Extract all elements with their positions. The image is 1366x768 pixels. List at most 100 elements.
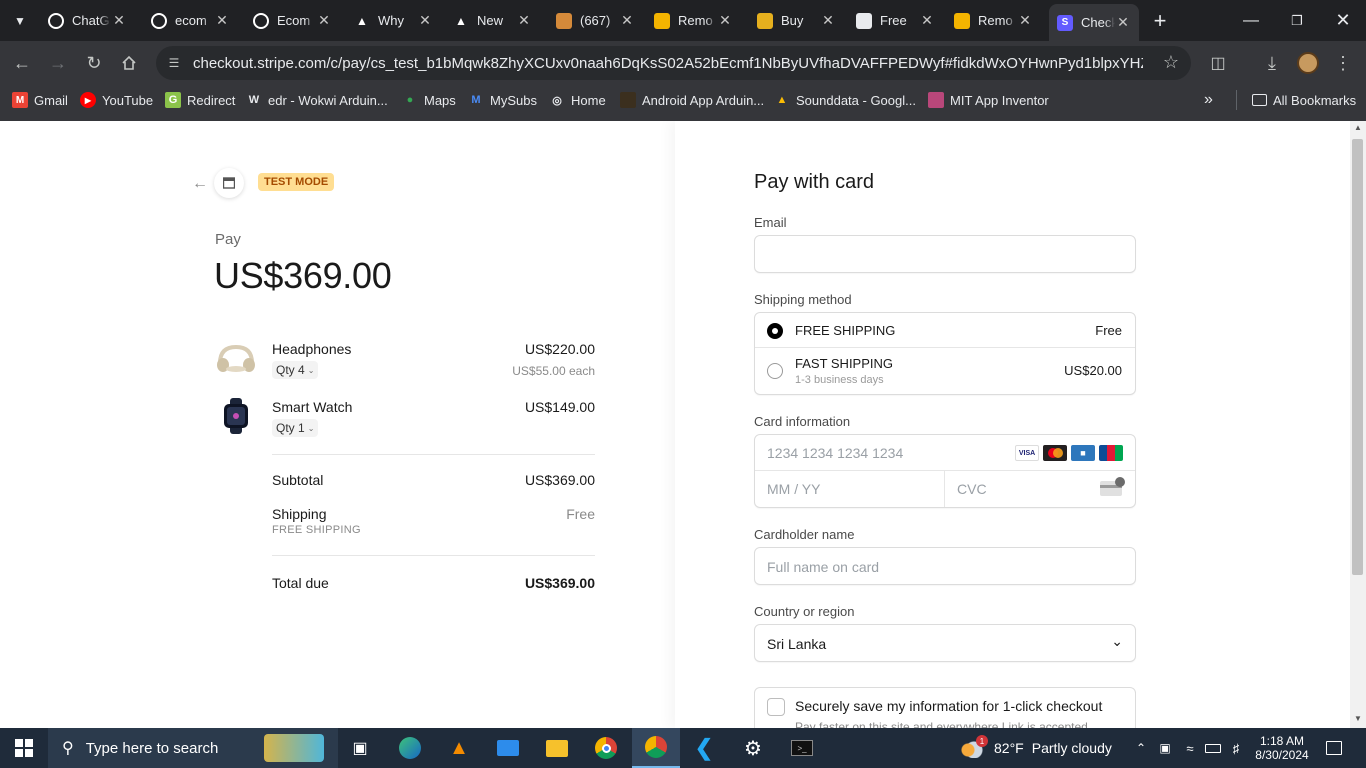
bookmark-item[interactable]: ▲ Sounddata - Googl... [774, 90, 916, 110]
email-field[interactable] [754, 235, 1136, 273]
close-icon[interactable]: ✕ [919, 12, 935, 29]
shipping-option-fast[interactable]: FAST SHIPPING 1-3 business days US$20.00 [755, 348, 1135, 394]
qty-selector[interactable]: Qty 4 ⌄ [272, 361, 319, 379]
vlc-button[interactable]: ▲ [441, 728, 477, 768]
tab[interactable]: Free ✕ [848, 4, 943, 37]
close-icon[interactable]: ✕ [820, 12, 836, 29]
expiry-field[interactable]: MM / YY [755, 471, 945, 507]
restore-button[interactable]: ❐ [1274, 0, 1320, 41]
close-window-button[interactable]: ✕ [1320, 0, 1366, 41]
new-tab-button[interactable]: + [1142, 0, 1178, 41]
bookmark-label: edr - Wokwi Arduin... [268, 92, 388, 108]
file-explorer-button[interactable] [539, 728, 575, 768]
settings-button[interactable]: ⚙ [735, 728, 771, 768]
shipping-option-free[interactable]: FREE SHIPPING Free [755, 313, 1135, 348]
terminal-icon: >_ [791, 740, 813, 756]
start-button[interactable] [0, 728, 48, 768]
tab[interactable]: ecom ✕ [143, 4, 238, 37]
clock[interactable]: 1:18 AM 8/30/2024 [1250, 728, 1314, 768]
close-icon[interactable]: ✕ [316, 12, 332, 29]
task-view-button[interactable]: ▣ [342, 728, 378, 768]
back-arrow-button[interactable]: ← [192, 175, 210, 193]
tab-search-button[interactable]: ▼ [4, 0, 36, 41]
notifications-button[interactable] [1318, 728, 1350, 768]
close-icon[interactable]: ✕ [1017, 12, 1033, 29]
site-info-icon[interactable]: ☰ [165, 54, 183, 72]
radio-unselected-icon[interactable] [767, 363, 783, 379]
tab[interactable]: S Check ✕ [1049, 4, 1139, 41]
item-price: US$149.00 [524, 399, 595, 415]
folder-icon [546, 739, 568, 757]
meet-now-icon[interactable]: ▣ [1156, 728, 1174, 768]
tab[interactable]: Buy ✕ [749, 4, 844, 37]
qty-selector[interactable]: Qty 1 ⌄ [272, 419, 319, 437]
bookmark-star-icon[interactable]: ☆ [1163, 52, 1179, 73]
vscode-button[interactable]: ❮ [686, 728, 722, 768]
save-info-checkbox[interactable] [767, 698, 785, 716]
volume-icon[interactable]: ♯ [1226, 728, 1246, 768]
back-button[interactable]: ← [10, 51, 34, 75]
bookmark-item[interactable]: Wedr - Wokwi Arduin... [246, 90, 388, 110]
tab[interactable]: Remo ✕ [646, 4, 741, 37]
more-bookmarks-button[interactable]: » [1204, 90, 1213, 110]
scroll-thumb[interactable] [1352, 139, 1363, 575]
tab[interactable]: (667) ✕ [548, 4, 643, 37]
wifi-icon[interactable]: ≈ [1180, 728, 1200, 768]
scroll-down-icon[interactable]: ▼ [1354, 714, 1362, 723]
minimize-button[interactable]: — [1228, 0, 1274, 41]
weather-widget[interactable]: 1 82°F Partly cloudy [960, 728, 1120, 768]
extensions-button[interactable]: ◫ [1206, 51, 1230, 75]
tab[interactable]: ▲ Why ✕ [346, 4, 441, 37]
home-button[interactable] [117, 51, 141, 75]
profile-avatar[interactable] [1297, 52, 1319, 74]
terminal-button[interactable]: >_ [784, 728, 820, 768]
edge-button[interactable] [392, 728, 428, 768]
menu-button[interactable]: ⋮ [1331, 51, 1355, 75]
store-icon [223, 177, 235, 189]
tab[interactable]: Remo ✕ [946, 4, 1041, 37]
reload-button[interactable]: ↻ [82, 51, 106, 75]
all-bookmarks-button[interactable]: All Bookmarks [1252, 90, 1356, 110]
vscode-icon: ❮ [694, 735, 714, 760]
chrome-button[interactable] [588, 728, 624, 768]
bookmark-item[interactable]: MIT App Inventor [928, 90, 1049, 110]
forward-button[interactable]: → [46, 51, 70, 75]
order-summary-pane: ← TEST MODE Pay US$369.00 Headphones Qty… [0, 121, 675, 728]
close-icon[interactable]: ✕ [516, 12, 532, 29]
address-bar[interactable]: ☰ checkout.stripe.com/c/pay/cs_test_b1bM… [156, 46, 1191, 80]
visa-icon: VISA [1015, 445, 1039, 461]
bookmark-item[interactable]: ● Maps [402, 90, 456, 110]
close-icon[interactable]: ✕ [717, 12, 733, 29]
taskbar-search[interactable]: ⚲ Type here to search [48, 728, 338, 768]
bookmark-item[interactable]: Android App Arduin... [620, 90, 764, 110]
bookmark-item[interactable]: G Redirect [165, 90, 235, 110]
cvc-field[interactable]: CVC [945, 471, 1135, 507]
tab[interactable]: ChatGPT✕ [40, 4, 135, 37]
tab[interactable]: ▲ New ✕ [445, 4, 540, 37]
scroll-up-icon[interactable]: ▲ [1354, 123, 1362, 132]
bookmark-item[interactable]: M MySubs [468, 90, 537, 110]
battery-icon[interactable] [1203, 728, 1223, 768]
close-icon[interactable]: ✕ [1115, 14, 1131, 31]
card-number-field[interactable]: 1234 1234 1234 1234 VISA ■ [755, 435, 1135, 471]
bookmark-item[interactable]: M Gmail [12, 90, 68, 110]
close-icon[interactable]: ✕ [619, 12, 635, 29]
amex-icon: ■ [1071, 445, 1095, 461]
cardholder-field[interactable]: Full name on card [754, 547, 1136, 585]
close-icon[interactable]: ✕ [214, 12, 230, 29]
country-select[interactable]: Sri Lanka ⌄ [754, 624, 1136, 662]
url-text[interactable]: checkout.stripe.com/c/pay/cs_test_b1bMqw… [193, 55, 1143, 72]
chrome-active-button[interactable] [632, 728, 680, 768]
downloads-button[interactable]: ⤓ [1260, 51, 1284, 75]
radio-selected-icon[interactable] [767, 323, 783, 339]
save-info-label[interactable]: Securely save my information for 1-click… [795, 698, 1102, 714]
tab[interactable]: Ecom ✕ [245, 4, 340, 37]
mail-button[interactable] [490, 728, 526, 768]
bookmark-label: Maps [424, 92, 456, 108]
tray-overflow-button[interactable]: ⌃ [1132, 728, 1150, 768]
bookmark-item[interactable]: ◎ Home [549, 90, 606, 110]
close-icon[interactable]: ✕ [417, 12, 433, 29]
bookmark-item[interactable]: ▶ YouTube [80, 90, 153, 110]
close-icon[interactable]: ✕ [111, 12, 127, 29]
minimize-icon: — [1243, 11, 1259, 29]
